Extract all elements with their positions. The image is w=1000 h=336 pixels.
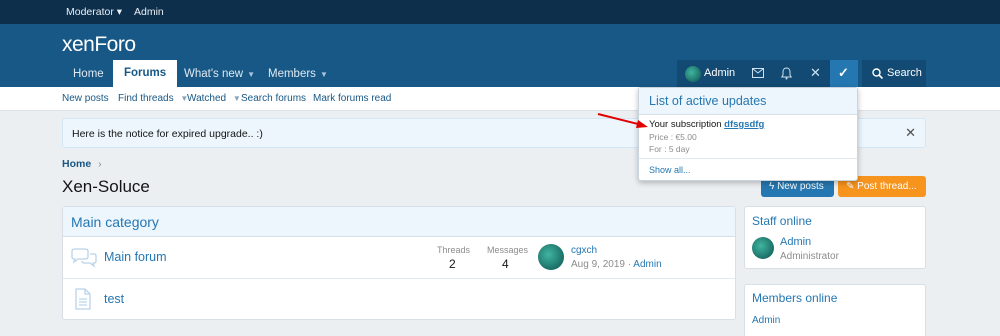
- admin-link[interactable]: Admin: [134, 6, 164, 18]
- subscription-duration: For : 5 day: [649, 144, 690, 154]
- subscription-line: Your subscription dfsgsdfg: [649, 119, 765, 130]
- account-name: Admin: [704, 67, 736, 79]
- envelope-icon: [752, 68, 764, 78]
- search-icon: [872, 68, 883, 79]
- conversations-button[interactable]: [743, 60, 772, 87]
- page-title: Xen-Soluce: [62, 177, 150, 196]
- avatar: [685, 66, 701, 82]
- chevron-down-icon[interactable]: ▼: [247, 70, 255, 79]
- close-button[interactable]: ✕: [801, 60, 830, 87]
- messages-label: Messages: [487, 245, 529, 255]
- forum-chat-icon: [71, 248, 97, 268]
- close-icon[interactable]: ✕: [905, 125, 916, 141]
- members-online-block: Members online Admin: [744, 284, 926, 336]
- member-name[interactable]: Admin: [752, 315, 780, 326]
- last-post-meta: Aug 9, 2019 · Admin: [571, 259, 662, 270]
- forum-title[interactable]: Main forum: [104, 250, 167, 264]
- edit-icon: ✎: [846, 181, 855, 192]
- annotation-arrow-icon: [597, 113, 648, 128]
- last-post-user[interactable]: Admin: [633, 259, 661, 270]
- threads-count: 2: [449, 257, 456, 271]
- tab-forums[interactable]: Forums: [113, 60, 178, 87]
- tab-home[interactable]: Home: [73, 61, 104, 87]
- active-updates-popup: List of active updates Your subscription…: [638, 87, 858, 181]
- alerts-button[interactable]: [772, 60, 801, 87]
- subnav-search-forums[interactable]: Search forums: [241, 93, 306, 104]
- staff-name[interactable]: Admin: [780, 236, 811, 248]
- subscription-link[interactable]: dfsgsdfg: [724, 119, 764, 130]
- last-post-date: Aug 9, 2019: [571, 259, 625, 270]
- site-logo[interactable]: xenForo: [62, 33, 136, 57]
- document-icon: [75, 288, 91, 310]
- category-title: Main category: [71, 214, 159, 230]
- chevron-down-icon[interactable]: ▼: [320, 70, 328, 79]
- close-icon: ✕: [810, 65, 821, 80]
- forum-row: Main forum Threads 2 Messages 4 cgxch Au…: [63, 237, 735, 279]
- subscription-price: Price : €5.00: [649, 132, 697, 142]
- moderator-menu[interactable]: Moderator ▾: [66, 6, 122, 18]
- tab-whats-new[interactable]: What's new ▼: [184, 61, 255, 87]
- tab-members-label: Members: [268, 68, 316, 80]
- category-header[interactable]: Main category: [63, 207, 735, 237]
- user-account-link[interactable]: Admin: [677, 60, 743, 87]
- staff-role: Administrator: [780, 251, 839, 262]
- forum-row: test: [63, 279, 735, 319]
- threads-label: Threads: [437, 245, 471, 255]
- show-all-link[interactable]: Show all...: [649, 165, 691, 175]
- popup-header: List of active updates: [639, 88, 857, 115]
- tab-whats-new-label: What's new: [184, 68, 244, 80]
- subnav-new-posts[interactable]: New posts: [62, 93, 109, 104]
- staff-online-block: Staff online Admin Administrator: [744, 206, 926, 269]
- subnav-watched[interactable]: Watched ▼: [187, 93, 241, 104]
- subnav-find-threads[interactable]: Find threads ▼: [118, 93, 188, 104]
- messages-count: 4: [502, 257, 509, 271]
- subnav-mark-read[interactable]: Mark forums read: [313, 93, 391, 104]
- staff-online-title[interactable]: Staff online: [752, 214, 812, 228]
- forum-title[interactable]: test: [104, 292, 124, 306]
- members-online-title[interactable]: Members online: [752, 291, 837, 305]
- category-block: Main category Main forum Threads 2 Messa…: [62, 206, 736, 320]
- checkmark-icon: ✓: [838, 65, 849, 80]
- divider: [639, 158, 857, 159]
- search-button[interactable]: Search: [862, 60, 926, 87]
- bell-icon: [781, 67, 792, 80]
- breadcrumb[interactable]: Home ›: [62, 158, 102, 170]
- avatar[interactable]: [538, 244, 564, 270]
- last-post-title[interactable]: cgxch: [571, 245, 597, 256]
- lightning-icon: ϟ: [769, 181, 775, 192]
- avatar[interactable]: [752, 237, 774, 259]
- updates-button[interactable]: ✓: [830, 60, 858, 87]
- staff-bar: Moderator ▾ Admin: [0, 0, 1000, 24]
- notice-text: Here is the notice for expired upgrade..…: [72, 128, 263, 140]
- search-label: Search: [887, 67, 922, 79]
- popup-title: List of active updates: [649, 94, 767, 108]
- tab-members[interactable]: Members ▼: [268, 61, 328, 87]
